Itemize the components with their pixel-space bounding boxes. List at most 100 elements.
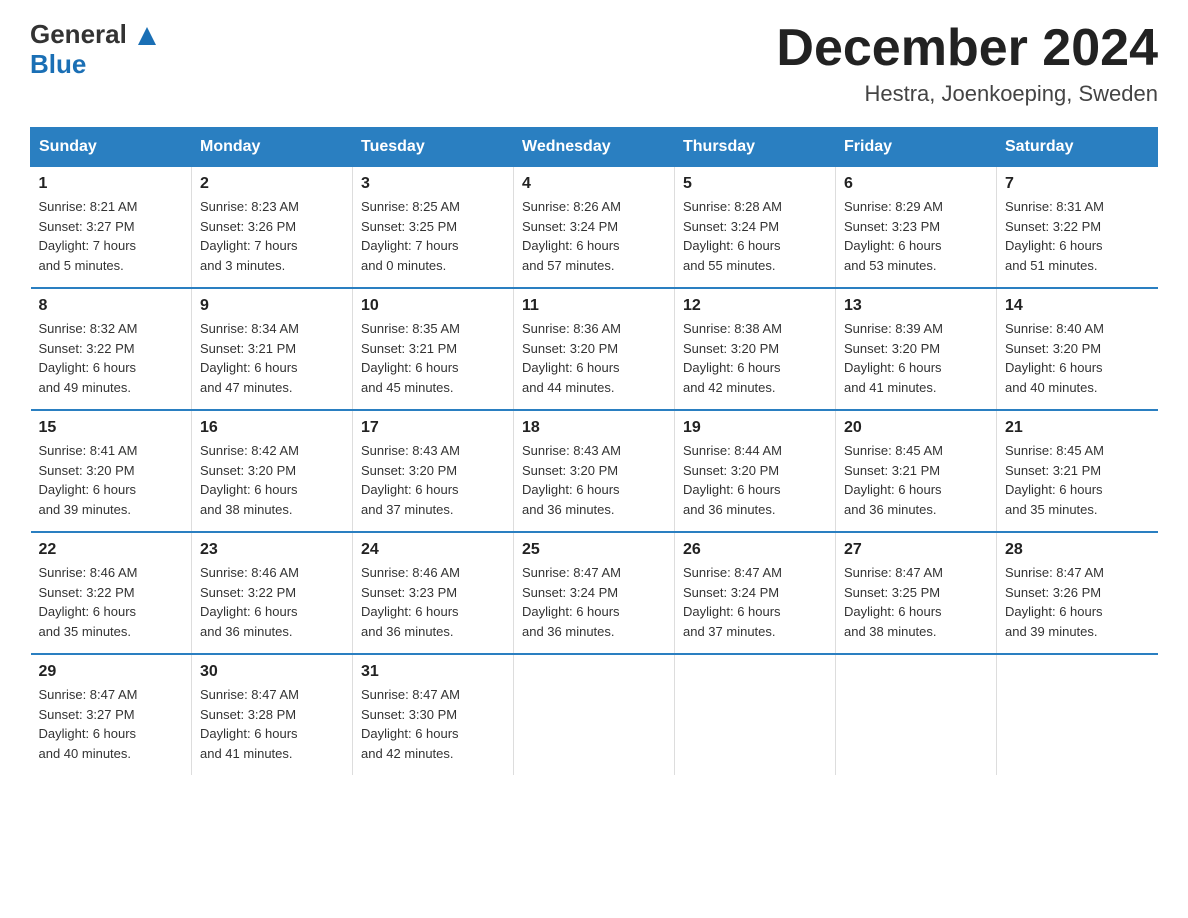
day-number: 14 xyxy=(1005,297,1150,315)
day-info: Sunrise: 8:47 AMSunset: 3:24 PMDaylight:… xyxy=(522,563,666,641)
day-info: Sunrise: 8:21 AMSunset: 3:27 PMDaylight:… xyxy=(39,197,184,275)
calendar-cell: 22Sunrise: 8:46 AMSunset: 3:22 PMDayligh… xyxy=(31,532,192,654)
calendar-week-row: 22Sunrise: 8:46 AMSunset: 3:22 PMDayligh… xyxy=(31,532,1158,654)
day-number: 23 xyxy=(200,541,344,559)
logo-blue-text: Blue xyxy=(30,50,158,79)
day-info: Sunrise: 8:47 AMSunset: 3:26 PMDaylight:… xyxy=(1005,563,1150,641)
day-info: Sunrise: 8:38 AMSunset: 3:20 PMDaylight:… xyxy=(683,319,827,397)
calendar-cell: 19 Sunrise: 8:44 AMSunset: 3:20 PMDayligh… xyxy=(675,410,836,532)
calendar-cell xyxy=(675,654,836,775)
calendar-cell: 9 Sunrise: 8:34 AMSunset: 3:21 PMDaylight… xyxy=(192,288,353,410)
calendar-cell: 28Sunrise: 8:47 AMSunset: 3:26 PMDayligh… xyxy=(997,532,1158,654)
day-number: 21 xyxy=(1005,419,1150,437)
day-number: 29 xyxy=(39,663,184,681)
logo: General Blue xyxy=(30,20,158,78)
day-info: Sunrise: 8:47 AMSunset: 3:30 PMDaylight:… xyxy=(361,685,505,763)
calendar-cell: 1 Sunrise: 8:21 AMSunset: 3:27 PMDaylight… xyxy=(31,167,192,289)
day-info: Sunrise: 8:47 AMSunset: 3:24 PMDaylight:… xyxy=(683,563,827,641)
calendar-cell xyxy=(836,654,997,775)
logo-general-text: General xyxy=(30,19,158,49)
day-info: Sunrise: 8:44 AMSunset: 3:20 PMDaylight:… xyxy=(683,441,827,519)
day-number: 18 xyxy=(522,419,666,437)
day-number: 19 xyxy=(683,419,827,437)
day-info: Sunrise: 8:43 AMSunset: 3:20 PMDaylight:… xyxy=(361,441,505,519)
day-info: Sunrise: 8:31 AMSunset: 3:22 PMDaylight:… xyxy=(1005,197,1150,275)
day-info: Sunrise: 8:26 AMSunset: 3:24 PMDaylight:… xyxy=(522,197,666,275)
day-info: Sunrise: 8:46 AMSunset: 3:22 PMDaylight:… xyxy=(39,563,184,641)
calendar-week-row: 29 Sunrise: 8:47 AMSunset: 3:27 PMDayligh… xyxy=(31,654,1158,775)
calendar-cell: 17Sunrise: 8:43 AMSunset: 3:20 PMDayligh… xyxy=(353,410,514,532)
title-block: December 2024 Hestra, Joenkoeping, Swede… xyxy=(776,20,1158,107)
calendar-week-row: 1 Sunrise: 8:21 AMSunset: 3:27 PMDaylight… xyxy=(31,167,1158,289)
calendar-header-wednesday: Wednesday xyxy=(514,128,675,167)
location-title: Hestra, Joenkoeping, Sweden xyxy=(776,81,1158,107)
calendar-week-row: 8 Sunrise: 8:32 AMSunset: 3:22 PMDaylight… xyxy=(31,288,1158,410)
calendar-header-sunday: Sunday xyxy=(31,128,192,167)
calendar-cell xyxy=(997,654,1158,775)
calendar-header-row: SundayMondayTuesdayWednesdayThursdayFrid… xyxy=(31,128,1158,167)
calendar-header-friday: Friday xyxy=(836,128,997,167)
day-number: 2 xyxy=(200,175,344,193)
calendar-cell: 15Sunrise: 8:41 AMSunset: 3:20 PMDayligh… xyxy=(31,410,192,532)
calendar-cell: 27 Sunrise: 8:47 AMSunset: 3:25 PMDayligh… xyxy=(836,532,997,654)
day-info: Sunrise: 8:32 AMSunset: 3:22 PMDaylight:… xyxy=(39,319,184,397)
day-number: 7 xyxy=(1005,175,1150,193)
calendar-header-saturday: Saturday xyxy=(997,128,1158,167)
calendar-cell: 25 Sunrise: 8:47 AMSunset: 3:24 PMDayligh… xyxy=(514,532,675,654)
calendar-cell: 26 Sunrise: 8:47 AMSunset: 3:24 PMDayligh… xyxy=(675,532,836,654)
day-number: 3 xyxy=(361,175,505,193)
day-info: Sunrise: 8:35 AMSunset: 3:21 PMDaylight:… xyxy=(361,319,505,397)
calendar-cell: 5 Sunrise: 8:28 AMSunset: 3:24 PMDaylight… xyxy=(675,167,836,289)
day-info: Sunrise: 8:47 AMSunset: 3:28 PMDaylight:… xyxy=(200,685,344,763)
day-info: Sunrise: 8:41 AMSunset: 3:20 PMDaylight:… xyxy=(39,441,184,519)
day-number: 10 xyxy=(361,297,505,315)
day-info: Sunrise: 8:46 AMSunset: 3:23 PMDaylight:… xyxy=(361,563,505,641)
calendar-cell: 14Sunrise: 8:40 AMSunset: 3:20 PMDayligh… xyxy=(997,288,1158,410)
day-number: 1 xyxy=(39,175,184,193)
calendar-cell: 12 Sunrise: 8:38 AMSunset: 3:20 PMDayligh… xyxy=(675,288,836,410)
day-number: 31 xyxy=(361,663,505,681)
day-number: 25 xyxy=(522,541,666,559)
calendar-cell: 13 Sunrise: 8:39 AMSunset: 3:20 PMDayligh… xyxy=(836,288,997,410)
calendar-cell: 11 Sunrise: 8:36 AMSunset: 3:20 PMDayligh… xyxy=(514,288,675,410)
day-number: 24 xyxy=(361,541,505,559)
day-number: 4 xyxy=(522,175,666,193)
day-number: 26 xyxy=(683,541,827,559)
day-number: 11 xyxy=(522,297,666,315)
calendar-cell: 24 Sunrise: 8:46 AMSunset: 3:23 PMDayligh… xyxy=(353,532,514,654)
day-info: Sunrise: 8:42 AMSunset: 3:20 PMDaylight:… xyxy=(200,441,344,519)
day-number: 20 xyxy=(844,419,988,437)
day-info: Sunrise: 8:43 AMSunset: 3:20 PMDaylight:… xyxy=(522,441,666,519)
calendar-cell xyxy=(514,654,675,775)
day-info: Sunrise: 8:39 AMSunset: 3:20 PMDaylight:… xyxy=(844,319,988,397)
day-number: 16 xyxy=(200,419,344,437)
day-info: Sunrise: 8:23 AMSunset: 3:26 PMDaylight:… xyxy=(200,197,344,275)
day-number: 8 xyxy=(39,297,184,315)
calendar-cell: 6Sunrise: 8:29 AMSunset: 3:23 PMDaylight… xyxy=(836,167,997,289)
day-info: Sunrise: 8:47 AMSunset: 3:27 PMDaylight:… xyxy=(39,685,184,763)
day-info: Sunrise: 8:34 AMSunset: 3:21 PMDaylight:… xyxy=(200,319,344,397)
day-info: Sunrise: 8:47 AMSunset: 3:25 PMDaylight:… xyxy=(844,563,988,641)
calendar-cell: 8 Sunrise: 8:32 AMSunset: 3:22 PMDaylight… xyxy=(31,288,192,410)
calendar-week-row: 15Sunrise: 8:41 AMSunset: 3:20 PMDayligh… xyxy=(31,410,1158,532)
logo-triangle-icon xyxy=(134,19,158,49)
calendar-cell: 10 Sunrise: 8:35 AMSunset: 3:21 PMDayligh… xyxy=(353,288,514,410)
day-info: Sunrise: 8:36 AMSunset: 3:20 PMDaylight:… xyxy=(522,319,666,397)
month-title: December 2024 xyxy=(776,20,1158,77)
calendar-cell: 4 Sunrise: 8:26 AMSunset: 3:24 PMDaylight… xyxy=(514,167,675,289)
day-number: 5 xyxy=(683,175,827,193)
calendar-header-tuesday: Tuesday xyxy=(353,128,514,167)
calendar-cell: 21Sunrise: 8:45 AMSunset: 3:21 PMDayligh… xyxy=(997,410,1158,532)
calendar-cell: 7 Sunrise: 8:31 AMSunset: 3:22 PMDaylight… xyxy=(997,167,1158,289)
day-number: 30 xyxy=(200,663,344,681)
calendar-cell: 30 Sunrise: 8:47 AMSunset: 3:28 PMDayligh… xyxy=(192,654,353,775)
day-number: 27 xyxy=(844,541,988,559)
calendar-table: SundayMondayTuesdayWednesdayThursdayFrid… xyxy=(30,127,1158,775)
calendar-cell: 16 Sunrise: 8:42 AMSunset: 3:20 PMDayligh… xyxy=(192,410,353,532)
day-info: Sunrise: 8:28 AMSunset: 3:24 PMDaylight:… xyxy=(683,197,827,275)
calendar-cell: 31 Sunrise: 8:47 AMSunset: 3:30 PMDayligh… xyxy=(353,654,514,775)
day-number: 13 xyxy=(844,297,988,315)
day-number: 9 xyxy=(200,297,344,315)
day-number: 12 xyxy=(683,297,827,315)
day-info: Sunrise: 8:45 AMSunset: 3:21 PMDaylight:… xyxy=(844,441,988,519)
